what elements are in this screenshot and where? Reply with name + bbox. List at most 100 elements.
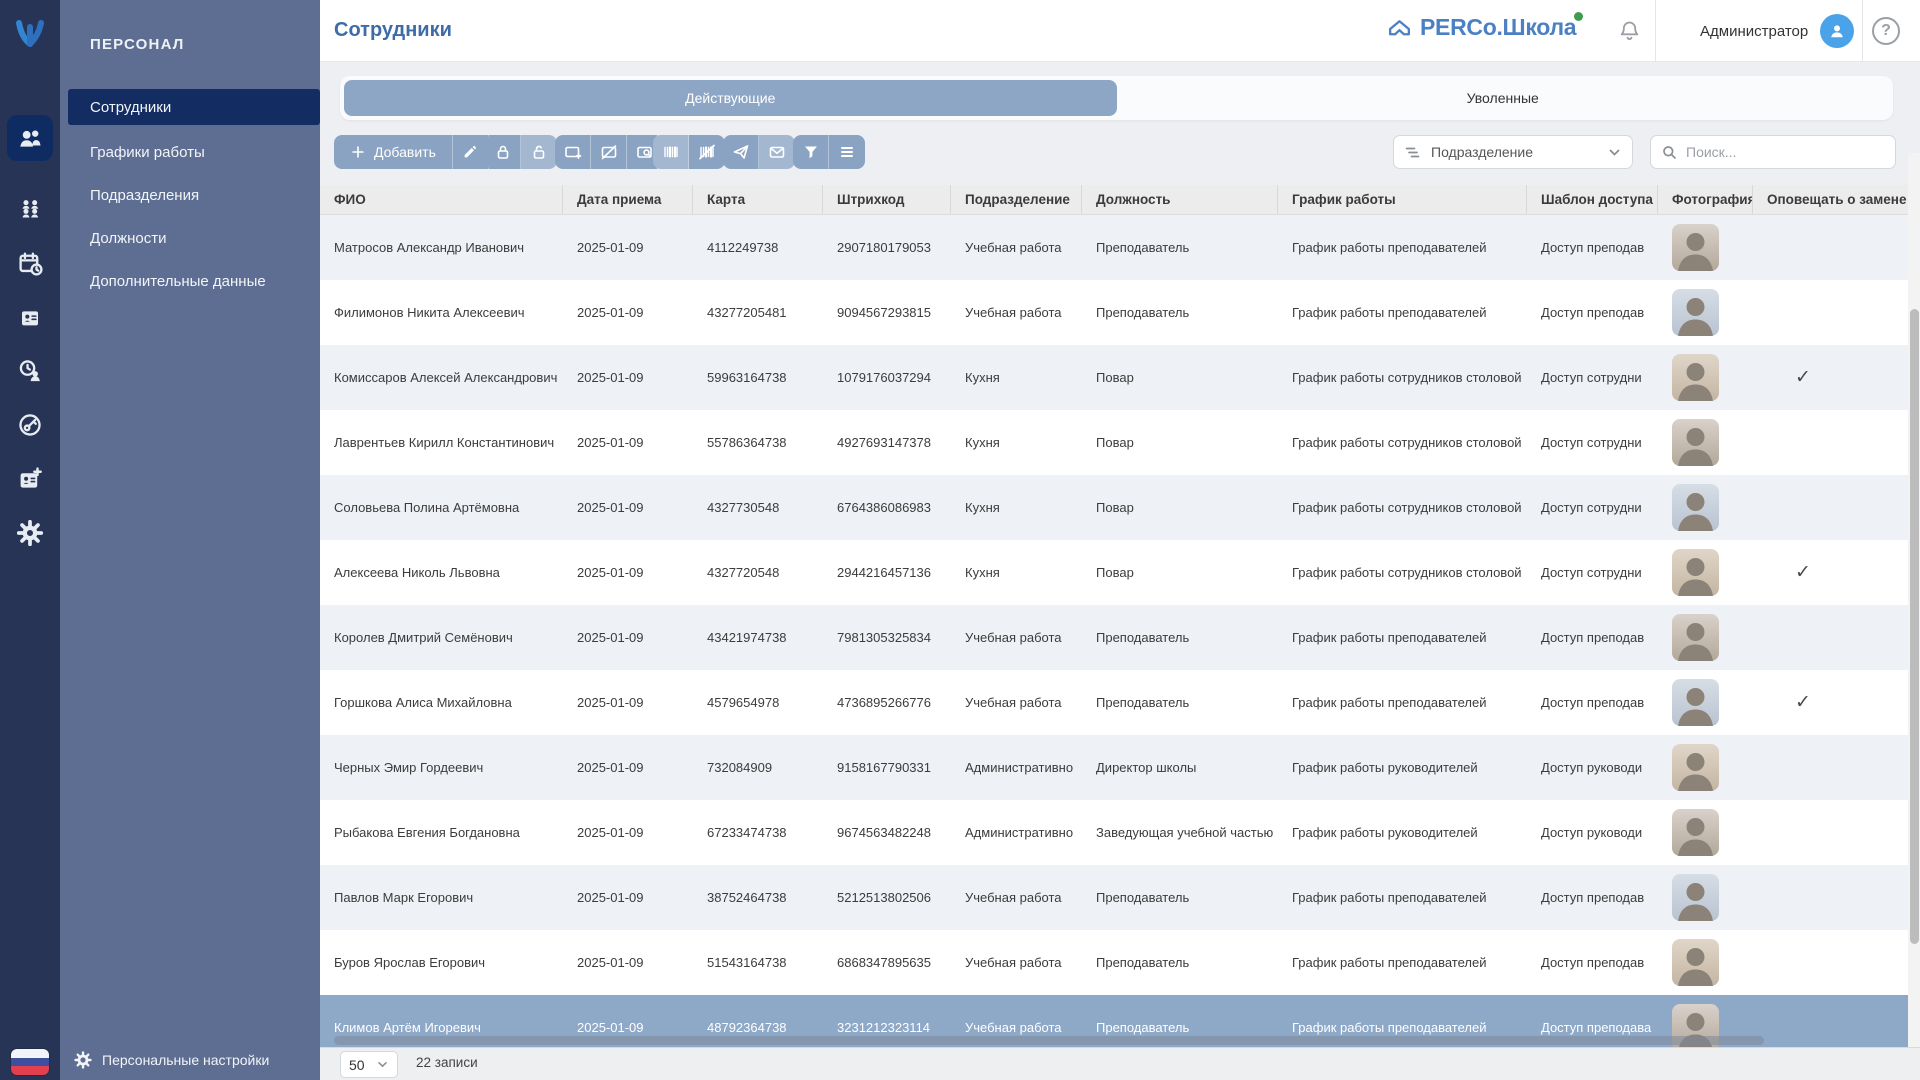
unlock-button[interactable] <box>521 135 557 169</box>
add-card-button[interactable] <box>555 135 591 169</box>
cell-photo <box>1658 865 1753 930</box>
visitors-icon[interactable] <box>7 185 53 231</box>
table-row[interactable]: Рыбакова Евгения Богдановна2025-01-09672… <box>320 800 1908 865</box>
column-header-2[interactable]: Карта <box>693 185 823 214</box>
cell-dept: Учебная работа <box>951 280 1082 345</box>
add-button[interactable]: Добавить <box>334 135 453 169</box>
employee-photo <box>1672 614 1719 661</box>
cell-barcode: 9674563482248 <box>823 800 951 865</box>
employees-icon[interactable] <box>7 115 53 161</box>
sidebar-item-0[interactable]: Сотрудники <box>68 89 320 125</box>
notifications-bell-icon[interactable] <box>1618 19 1641 43</box>
column-header-6[interactable]: График работы <box>1278 185 1527 214</box>
monitoring-icon[interactable] <box>7 348 53 394</box>
cell-notify <box>1753 865 1908 930</box>
cell-dept: Учебная работа <box>951 930 1082 995</box>
table-row[interactable]: Матросов Александр Иванович2025-01-09411… <box>320 215 1908 280</box>
help-button[interactable]: ? <box>1872 17 1900 45</box>
user-menu[interactable]: Администратор <box>1700 0 1854 62</box>
cell-fio: Комиссаров Алексей Александрович <box>320 345 563 410</box>
page-size-select[interactable]: 50 <box>340 1051 398 1078</box>
cell-fio: Буров Ярослав Егорович <box>320 930 563 995</box>
column-header-1[interactable]: Дата приема <box>563 185 693 214</box>
module-title: ПЕРСОНАЛ <box>90 36 185 53</box>
column-header-8[interactable]: Фотография <box>1658 185 1753 214</box>
gear-icon <box>74 1051 92 1069</box>
page-title: Сотрудники <box>334 19 452 42</box>
badge-icon[interactable] <box>7 295 53 341</box>
toolbar-group <box>555 135 663 169</box>
cell-fio: Королев Дмитрий Семёнович <box>320 605 563 670</box>
vertical-scrollbar-thumb[interactable] <box>1910 309 1919 944</box>
barcode-remove-button[interactable] <box>689 135 725 169</box>
tab-1[interactable]: Уволенные <box>1117 80 1890 116</box>
cell-barcode: 2907180179053 <box>823 215 951 280</box>
table-row[interactable]: Комиссаров Алексей Александрович2025-01-… <box>320 345 1908 410</box>
horizontal-scrollbar-thumb[interactable] <box>334 1036 1764 1045</box>
search-box <box>1650 135 1896 169</box>
toolbar-group <box>653 135 725 169</box>
sidebar-item-3[interactable]: Должности <box>60 220 320 256</box>
column-header-5[interactable]: Должность <box>1082 185 1278 214</box>
barcode-button[interactable] <box>653 135 689 169</box>
cell-access: Доступ преподав <box>1527 605 1658 670</box>
filter-button[interactable] <box>793 135 829 169</box>
topbar-divider <box>1862 0 1863 62</box>
cell-notify <box>1753 930 1908 995</box>
access-keys-icon[interactable] <box>7 402 53 448</box>
cell-date: 2025-01-09 <box>563 800 693 865</box>
table-row[interactable]: Королев Дмитрий Семёнович2025-01-0943421… <box>320 605 1908 670</box>
topbar-divider <box>1655 0 1656 62</box>
employee-photo <box>1672 744 1719 791</box>
table-row[interactable]: Павлов Марк Егорович2025-01-093875246473… <box>320 865 1908 930</box>
chevron-down-icon <box>376 1058 389 1071</box>
column-header-9[interactable]: Оповещать о замене <box>1753 185 1908 214</box>
edit-button[interactable] <box>453 135 489 169</box>
cell-schedule: График работы преподавателей <box>1278 865 1527 930</box>
table-header: ФИОДата приемаКартаШтрихкодПодразделение… <box>320 185 1908 215</box>
cell-notify <box>1753 995 1908 1047</box>
search-input[interactable] <box>1686 144 1885 160</box>
cell-notify <box>1753 735 1908 800</box>
column-header-3[interactable]: Штрихкод <box>823 185 951 214</box>
send-telegram-button[interactable] <box>723 135 759 169</box>
employee-table: Матросов Александр Иванович2025-01-09411… <box>320 215 1908 1047</box>
table-row[interactable]: Филимонов Никита Алексеевич2025-01-09432… <box>320 280 1908 345</box>
search-icon <box>1661 144 1678 161</box>
language-flag-ru-icon[interactable] <box>11 1049 49 1075</box>
column-header-4[interactable]: Подразделение <box>951 185 1082 214</box>
cell-dept: Учебная работа <box>951 865 1082 930</box>
send-email-button[interactable] <box>759 135 795 169</box>
sidebar-item-4[interactable]: Дополнительные данные <box>60 263 320 299</box>
vertical-scrollbar[interactable] <box>1908 153 1920 1047</box>
table-row[interactable]: Алексеева Николь Львовна2025-01-09432772… <box>320 540 1908 605</box>
department-filter-dropdown[interactable]: Подразделение <box>1393 135 1633 169</box>
table-row[interactable]: Горшкова Алиса Михайловна2025-01-0945796… <box>320 670 1908 735</box>
table-row[interactable]: Буров Ярослав Егорович2025-01-0951543164… <box>320 930 1908 995</box>
cell-barcode: 9158167790331 <box>823 735 951 800</box>
cell-card: 55786364738 <box>693 410 823 475</box>
list-settings-button[interactable] <box>829 135 865 169</box>
table-row[interactable]: Черных Эмир Гордеевич2025-01-09732084909… <box>320 735 1908 800</box>
cell-barcode: 6764386086983 <box>823 475 951 540</box>
personal-settings-button[interactable]: Персональные настройки <box>74 1046 320 1074</box>
school-house-icon <box>1386 16 1413 40</box>
remove-card-button[interactable] <box>591 135 627 169</box>
cell-photo <box>1658 670 1753 735</box>
cell-schedule: График работы сотрудников столовой <box>1278 345 1527 410</box>
table-row[interactable]: Соловьева Полина Артёмовна2025-01-094327… <box>320 475 1908 540</box>
column-header-0[interactable]: ФИО <box>320 185 563 214</box>
settings-icon[interactable] <box>7 510 53 556</box>
sidebar-item-2[interactable]: Подразделения <box>60 177 320 213</box>
schedules-icon[interactable] <box>7 240 53 286</box>
cell-access: Доступ преподав <box>1527 670 1658 735</box>
table-row[interactable]: Лаврентьев Кирилл Константинович2025-01-… <box>320 410 1908 475</box>
badge-add-icon[interactable] <box>7 456 53 502</box>
tab-0[interactable]: Действующие <box>344 80 1117 116</box>
column-header-7[interactable]: Шаблон доступа <box>1527 185 1658 214</box>
cell-card: 43421974738 <box>693 605 823 670</box>
lock-button[interactable] <box>485 135 521 169</box>
sidebar-item-1[interactable]: Графики работы <box>60 134 320 170</box>
toolbar-group <box>723 135 795 169</box>
employee-photo <box>1672 419 1719 466</box>
